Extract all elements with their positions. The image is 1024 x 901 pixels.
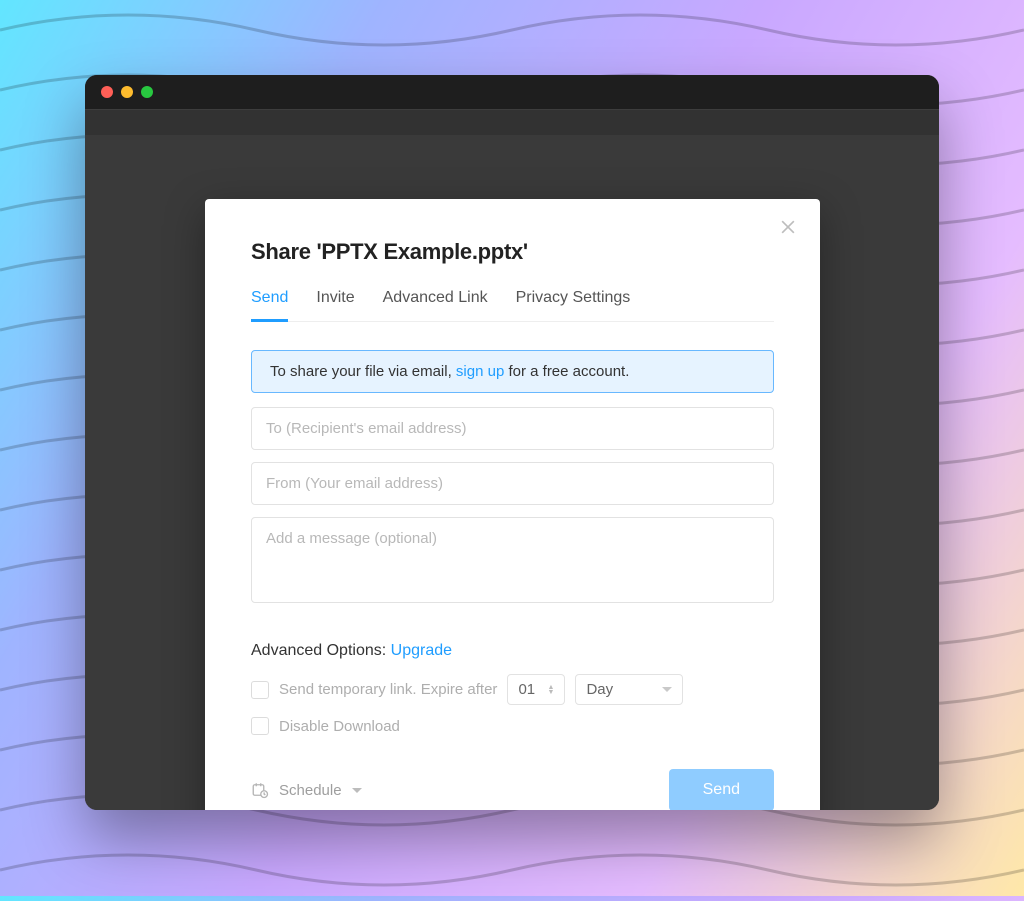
upgrade-link[interactable]: Upgrade [391, 642, 452, 659]
window-titlebar [85, 75, 939, 109]
sender-email-field[interactable] [251, 462, 774, 505]
window-maximize-dot[interactable] [141, 86, 153, 98]
close-icon[interactable] [778, 217, 798, 237]
tab-advanced-link[interactable]: Advanced Link [383, 289, 488, 322]
recipient-email-field[interactable] [251, 407, 774, 450]
advanced-options-label: Advanced Options: Upgrade [251, 642, 774, 660]
expiry-unit-select[interactable]: Day [575, 674, 683, 705]
banner-suffix: for a free account. [504, 363, 629, 380]
disable-download-label: Disable Download [279, 718, 400, 735]
tab-privacy-settings[interactable]: Privacy Settings [516, 289, 631, 322]
schedule-icon [251, 781, 269, 799]
tab-send[interactable]: Send [251, 289, 288, 322]
temp-link-label: Send temporary link. Expire after [279, 681, 497, 698]
disable-download-row: Disable Download [251, 717, 774, 735]
chevron-down-icon [352, 788, 362, 793]
modal-title: Share 'PPTX Example.pptx' [251, 239, 774, 265]
expiry-value-stepper[interactable]: 01 ▲▼ [507, 674, 565, 705]
message-field[interactable] [251, 517, 774, 603]
window-close-dot[interactable] [101, 86, 113, 98]
chevron-down-icon [662, 687, 672, 692]
signup-link[interactable]: sign up [456, 363, 504, 380]
stepper-arrows-icon: ▲▼ [548, 685, 555, 695]
temp-link-checkbox[interactable] [251, 681, 269, 699]
signup-banner: To share your file via email, sign up fo… [251, 350, 774, 393]
modal-footer: Schedule Send [251, 769, 774, 810]
schedule-button[interactable]: Schedule [251, 781, 362, 799]
window-tabbar [85, 109, 939, 135]
window-minimize-dot[interactable] [121, 86, 133, 98]
banner-prefix: To share your file via email, [270, 363, 456, 380]
send-button[interactable]: Send [669, 769, 774, 810]
temp-link-row: Send temporary link. Expire after 01 ▲▼ … [251, 674, 774, 705]
browser-window: N Share 'PPTX Example.pptx' Send Invite … [85, 75, 939, 810]
modal-tabs: Send Invite Advanced Link Privacy Settin… [251, 289, 774, 322]
share-modal: Share 'PPTX Example.pptx' Send Invite Ad… [205, 199, 820, 810]
tab-invite[interactable]: Invite [316, 289, 354, 322]
disable-download-checkbox[interactable] [251, 717, 269, 735]
window-content: N Share 'PPTX Example.pptx' Send Invite … [85, 135, 939, 810]
